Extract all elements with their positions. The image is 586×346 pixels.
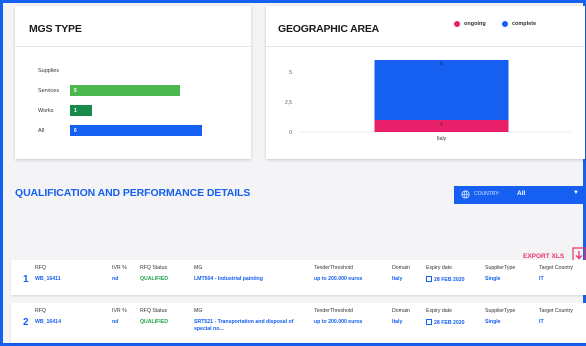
domain-value: Italy — [392, 276, 403, 282]
bar-value-works: 1 — [74, 108, 77, 114]
section-title: QUALIFICATION AND PERFORMANCE DETAILS — [15, 187, 251, 199]
mgs-type-card: MGS TYPE Supplies Services 5 Works 1 All… — [15, 6, 251, 159]
col-header-target-country: Target Country — [539, 308, 574, 314]
y-tick-label: 2,5 — [285, 100, 292, 106]
mg-value: LMT504 - Industrial painting — [194, 276, 263, 282]
table-row[interactable]: 2 RFQ WB_16414 IVR % nd RFQ Status QUALI… — [11, 303, 586, 343]
ivr-value: nd — [112, 319, 119, 325]
x-tick-label: Italy — [437, 136, 447, 142]
col-header-mg: MG — [194, 308, 203, 314]
bar-complete-italy[interactable] — [374, 60, 509, 120]
country-value: All — [517, 190, 526, 197]
legend-dot-ongoing — [454, 21, 460, 27]
mgs-type-title: MGS TYPE — [29, 23, 82, 35]
bar-label-supplies: Supplies — [38, 68, 60, 74]
col-header-rfq-status: RFQ Status — [140, 308, 168, 314]
geographic-area-card: GEOGRAPHIC AREA ongoing complete 5 2,5 0 1 5… — [266, 6, 585, 159]
target-country-value: IT — [539, 319, 544, 325]
col-header-domain: Domain — [392, 308, 410, 314]
supplier-type-value: Single — [485, 276, 501, 282]
chevron-down-icon: ▼ — [573, 190, 579, 196]
col-header-mg: MG — [194, 265, 203, 271]
calendar-icon — [426, 276, 432, 282]
bar-label-works: Works — [38, 108, 54, 114]
expiry-date: 28 FEB 2020 — [426, 319, 465, 327]
col-header-rfq-status: RFQ Status — [140, 265, 168, 271]
col-header-supplier-type: SupplierType — [485, 265, 516, 271]
bar-label-services: Services — [38, 88, 60, 94]
col-header-tender-threshold: TenderThreshold — [314, 265, 353, 271]
col-header-ivr: IVR % — [112, 308, 127, 314]
col-header-rfq: RFQ — [35, 308, 46, 314]
expiry-date-value: 28 FEB 2020 — [434, 320, 465, 326]
geographic-area-chart: 52,5015Italy — [285, 60, 571, 142]
col-header-expiry-date: Expiry date — [426, 265, 452, 271]
y-tick-label: 5 — [289, 70, 292, 76]
bar-value-all: 6 — [74, 128, 77, 134]
col-header-rfq: RFQ — [35, 265, 46, 271]
rfq-status: QUALIFIED — [140, 276, 168, 282]
country-select[interactable]: COUNTRY: All ▼ — [454, 186, 585, 204]
card-divider — [15, 46, 251, 47]
calendar-icon — [426, 319, 432, 325]
expiry-date-value: 28 FEB 2020 — [434, 277, 465, 283]
bar-all[interactable]: 6 — [70, 125, 202, 136]
supplier-type-value: Single — [485, 319, 501, 325]
table-row[interactable]: 1 RFQ WB_16411 IVR % nd RFQ Status QUALI… — [11, 260, 586, 295]
y-tick-label: 0 — [289, 130, 292, 136]
threshold-value: up to 200.000 euros — [314, 276, 363, 282]
ivr-value: nd — [112, 276, 119, 282]
legend-dot-complete — [502, 21, 508, 27]
col-header-expiry-date: Expiry date — [426, 308, 452, 314]
bar-value-services: 5 — [74, 88, 77, 94]
threshold-value: up to 200.000 euros — [314, 319, 363, 325]
target-country-value: IT — [539, 276, 544, 282]
geographic-area-title: GEOGRAPHIC AREA — [278, 23, 380, 35]
col-header-ivr: IVR % — [112, 265, 127, 271]
row-number: 1 — [23, 274, 29, 285]
bar-works[interactable]: 1 — [70, 105, 92, 116]
legend-label-complete[interactable]: complete — [512, 21, 536, 27]
rfq-status: QUALIFIED — [140, 319, 168, 325]
card-divider — [266, 46, 585, 47]
bar-label-all: All — [38, 128, 45, 134]
mg-value: SRT521 - Transportation and disposal of … — [194, 319, 294, 332]
expiry-date: 28 FEB 2020 — [426, 276, 465, 284]
bar-services[interactable]: 5 — [70, 85, 180, 96]
globe-icon — [461, 190, 470, 199]
row-number: 2 — [23, 317, 29, 328]
export-xls-button[interactable]: EXPORT XLS — [523, 253, 564, 260]
col-header-domain: Domain — [392, 265, 410, 271]
legend-label-ongoing[interactable]: ongoing — [464, 21, 486, 27]
col-header-tender-threshold: TenderThreshold — [314, 308, 353, 314]
col-header-target-country: Target Country — [539, 265, 574, 271]
col-header-supplier-type: SupplierType — [485, 308, 516, 314]
country-label: COUNTRY: — [474, 191, 500, 197]
rfq-link[interactable]: WB_16414 — [35, 319, 61, 326]
rfq-link[interactable]: WB_16411 — [35, 276, 61, 283]
domain-value: Italy — [392, 319, 403, 325]
